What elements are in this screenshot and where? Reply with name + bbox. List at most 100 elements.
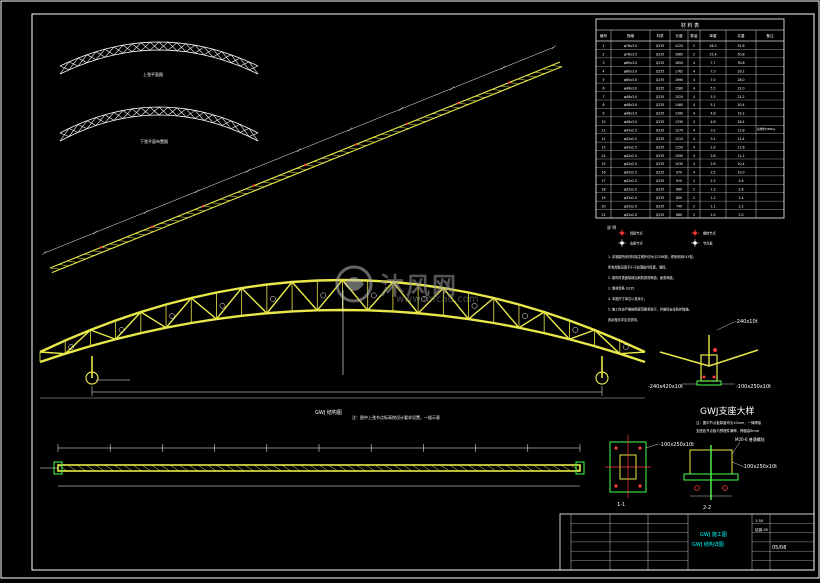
- bom-cell: 1520: [675, 95, 683, 99]
- title-block: 1:50 结施-05: [559, 513, 815, 571]
- dimension-tick: [245, 168, 251, 173]
- legend-title: 说 明: [607, 224, 616, 230]
- plan-web: [486, 464, 497, 472]
- plan-web: [449, 464, 459, 472]
- inclined-web: [83, 254, 95, 256]
- plan-web: [505, 464, 515, 472]
- bom-header: 材质: [656, 33, 664, 38]
- bom-header: 长度: [675, 33, 683, 38]
- plan-web: [384, 464, 394, 472]
- detail-note: 支座处节点板与预埋件满焊，焊缝高8mm: [696, 428, 760, 433]
- plan-web: [104, 464, 115, 472]
- arch-web-diagonal: [39, 351, 66, 355]
- bom-cell: 20.4: [737, 103, 744, 107]
- section2-bolt: [722, 485, 728, 491]
- section1-bolt: [614, 446, 618, 450]
- plan-web: [290, 464, 301, 472]
- bom-cell: 4: [693, 78, 695, 82]
- bom-cell: φ42x2.5: [624, 137, 637, 141]
- bom-cell: 5.3: [710, 95, 715, 99]
- small-label-1: 上弦平面图: [143, 71, 163, 77]
- plan-web: [244, 464, 254, 472]
- plan-web: [356, 464, 366, 472]
- plan-web: [300, 464, 310, 472]
- detail-member: [659, 351, 710, 367]
- detail-callout: -240x10t: [735, 319, 758, 325]
- bom-cell: 11: [601, 129, 605, 133]
- node-marker: [405, 122, 409, 126]
- plan-web: [188, 464, 198, 472]
- dimension-tick: [41, 250, 47, 256]
- web-member: [131, 107, 142, 118]
- legend-note: 5. 施工时应严格按照规范要求进行，并做好安全防护措施。: [608, 307, 692, 312]
- bom-cell: 2: [693, 44, 695, 48]
- title-scale: 1:50: [755, 519, 764, 523]
- bom-cell: 17: [601, 179, 605, 183]
- bom-cell: 1330: [675, 120, 683, 124]
- bom-cell: 2.4: [738, 196, 743, 200]
- bom-cell: 860: [676, 188, 682, 192]
- bom-cell: Q235: [656, 86, 665, 90]
- callout-leader: [716, 321, 735, 331]
- bom-cell: 1.2: [710, 196, 715, 200]
- plan-web: [179, 464, 189, 472]
- legend-note: 4. 本图尺寸单位以毫米计。: [608, 296, 647, 301]
- inclined-web: [508, 82, 520, 85]
- bom-cell: 4: [693, 120, 695, 124]
- inclined-web: [330, 154, 341, 157]
- member-tag: [320, 292, 327, 299]
- bom-cell: 2.0: [738, 213, 743, 217]
- member-tag: [572, 327, 579, 333]
- inclined-web: [228, 195, 239, 198]
- inclined-web: [185, 212, 197, 215]
- detail-node: [713, 348, 717, 352]
- detail-callout: -100x250x10t: [736, 384, 771, 390]
- bom-total-note: 总重约380kg: [757, 126, 775, 131]
- callout-leader: [645, 443, 659, 449]
- bom-cell: 28.0: [737, 78, 744, 82]
- inclined-web: [296, 168, 307, 170]
- bom-header: 单重: [709, 33, 717, 38]
- bom-cell: 4.6: [738, 179, 743, 183]
- member-tag: [219, 302, 226, 309]
- bom-cell: 2: [693, 179, 695, 183]
- inclined-web: [542, 68, 554, 71]
- plan-web: [495, 464, 506, 472]
- bom-cell: 8: [602, 103, 604, 107]
- inclined-web: [347, 147, 358, 150]
- bom-cell: 4: [693, 86, 695, 90]
- inclined-web: [279, 175, 290, 177]
- section-details: -100x250x10t -100x250x10t M20-6 普通螺栓: [605, 435, 777, 500]
- section2-bolt: [694, 485, 700, 491]
- inclined-web: [270, 178, 282, 181]
- inclined-web: [100, 247, 112, 249]
- bom-cell: 2: [693, 196, 695, 200]
- bom-cell: φ48x3.0: [624, 120, 637, 124]
- title-sheet: 结施-05: [755, 527, 768, 532]
- node-marker: [201, 205, 205, 208]
- callout-leader: [731, 461, 743, 467]
- detail-note: 注：图中节点板厚度均为10mm，一律焊接: [696, 420, 762, 425]
- bom-cell: 12.8: [737, 129, 744, 133]
- arch-web-diagonal: [90, 329, 116, 340]
- inclined-web: [75, 257, 86, 260]
- inclined-web: [483, 92, 494, 95]
- arch-web-diagonal: [619, 351, 646, 355]
- plan-web: [151, 464, 161, 472]
- plan-web: [551, 464, 562, 472]
- bom-cell: 14: [601, 154, 605, 158]
- bom-header: 共重: [737, 33, 745, 38]
- member-tag: [622, 344, 629, 350]
- inclined-web: [126, 236, 137, 239]
- bom-cell: 20: [601, 204, 605, 208]
- bom-cell: 3: [602, 61, 604, 65]
- bom-table: 材 料 表编号 规格 材质 长度 数量 单重 共重 备注1 φ76x3.5 Q235 4120 2 26…: [595, 18, 785, 219]
- inclined-web: [134, 233, 146, 236]
- inclined-web: [534, 72, 545, 74]
- bom-cell: 4: [693, 145, 695, 149]
- bom-cell: φ42x2.5: [624, 162, 637, 166]
- bom-cell: 13: [601, 145, 605, 149]
- bom-cell: 3.1: [710, 137, 715, 141]
- bom-cell: 1390: [675, 112, 683, 116]
- chord-bottom: [59, 114, 259, 142]
